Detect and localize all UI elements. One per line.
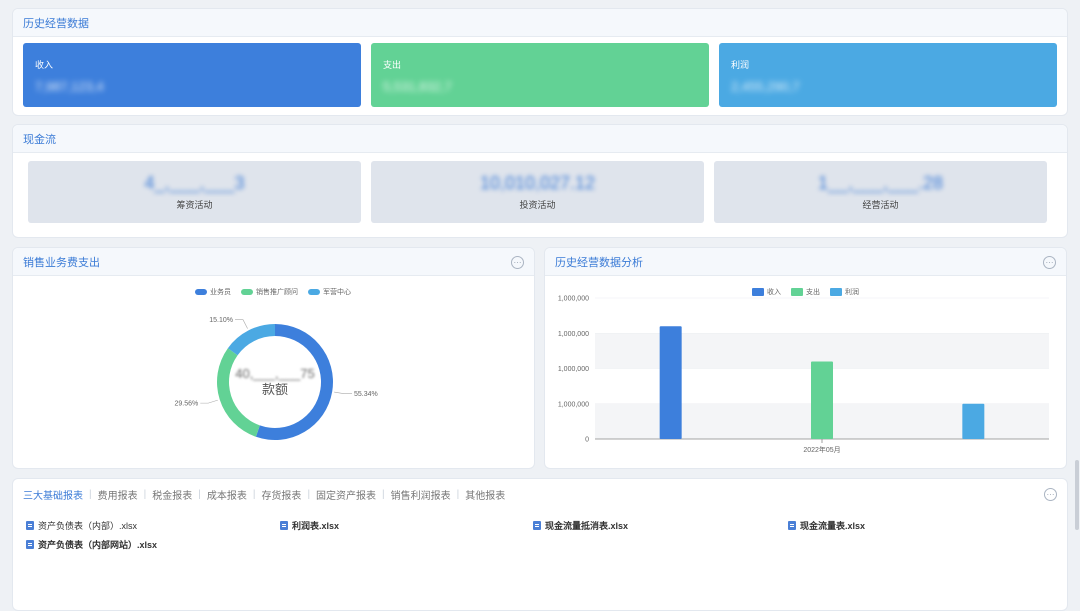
page-scrollbar[interactable] [1075, 460, 1079, 530]
tab-separator: | [198, 488, 201, 500]
donut-center-label: 款额 [262, 382, 288, 397]
excel-file-icon [26, 521, 34, 530]
file-cashflow-statement[interactable]: 现金流量表.xlsx [788, 519, 865, 532]
file-name: 资产负债表（内部网站）.xlsx [38, 540, 158, 550]
investing-card[interactable]: 10,010,027.12 投资活动 [371, 161, 704, 223]
profit-label: 利润 [731, 60, 750, 70]
operating-value: 1__,___,___.28 [817, 173, 944, 193]
file-name: 资产负债表（内部）.xlsx [38, 521, 138, 531]
file-balance-sheet-internal[interactable]: 资产负债表（内部）.xlsx [26, 519, 137, 532]
tab-separator: | [143, 488, 147, 500]
file-cashflow-elimination[interactable]: 现金流量抵消表.xlsx [533, 519, 628, 532]
donut-slice-promoter[interactable] [216, 348, 260, 437]
expense-card[interactable]: 支出 5,531,832,7 [371, 43, 709, 107]
income-label: 收入 [35, 60, 54, 70]
analysis-title: 历史经营数据分析 [555, 256, 643, 269]
bar-profit[interactable] [962, 403, 985, 439]
income-card[interactable]: 收入 7,987,123,4 [23, 43, 361, 107]
sales-expense-header: 销售业务费支出 [13, 248, 534, 276]
sales-expense-panel: 销售业务费支出 ··· 业务员 销售推广顾问 军营中心 55.34% 29.56%… [12, 247, 535, 469]
y-tick-label: 1,000,000 [558, 331, 589, 338]
excel-file-icon [280, 521, 288, 530]
bar-expense[interactable] [811, 361, 833, 439]
report-tabs: 三大基础报表 | 费用报表 | 税金报表 | 成本报表 | 存货报表 | 固定资产报表 | 销售利润报表… [13, 479, 1067, 509]
donut-percent-label: 29.56% [175, 401, 199, 408]
donut-percent-label: 15.10% [209, 317, 233, 324]
file-name: 现金流量抵消表.xlsx [545, 521, 629, 531]
history-panel: 历史经营数据 收入 7,987,123,4 支出 5,531,832,7 利润 … [12, 8, 1068, 116]
report-tab-2[interactable]: 税金报表 [152, 487, 192, 502]
donut-center-value: 40,___,___75 [235, 366, 315, 381]
report-tab-6[interactable]: 销售利润报表 [391, 487, 451, 502]
expense-label: 支出 [383, 60, 402, 70]
tab-separator: | [456, 488, 460, 500]
y-tick-label: 1,000,000 [558, 296, 589, 303]
income-value: 7,987,123,4 [35, 79, 104, 94]
report-tab-3[interactable]: 成本报表 [207, 487, 247, 502]
excel-file-icon [788, 521, 796, 530]
y-tick-label: 1,000,000 [558, 401, 589, 408]
reports-panel: 三大基础报表 | 费用报表 | 税金报表 | 成本报表 | 存货报表 | 固定资产报表 | 销售利润报表… [12, 478, 1068, 611]
excel-file-icon [26, 540, 34, 549]
profit-card[interactable]: 利润 2,455,290,7 [719, 43, 1057, 107]
report-tab-5[interactable]: 固定资产报表 [316, 487, 376, 502]
analysis-panel: 历史经营数据分析 ··· 收入 支出 利润 0 1,000,000 1,000,00… [544, 247, 1067, 469]
history-panel-header: 历史经营数据 [13, 9, 1067, 37]
financing-value: 4_,___,___3 [144, 173, 245, 193]
file-name: 现金流量表.xlsx [800, 521, 866, 531]
report-tab-7[interactable]: 其他报表 [465, 487, 505, 502]
investing-label: 投资活动 [519, 200, 556, 210]
analysis-header: 历史经营数据分析 [545, 248, 1066, 276]
expense-value: 5,531,832,7 [383, 79, 452, 94]
file-name: 利润表.xlsx [292, 521, 340, 531]
file-income-statement[interactable]: 利润表.xlsx [280, 519, 339, 532]
tab-separator: | [382, 488, 385, 500]
profit-value: 2,455,290,7 [731, 79, 800, 94]
donut-chart: 55.34% 29.56% 15.10% 40,___,___75 款额 [175, 317, 378, 440]
analysis-more-icon[interactable]: ··· [1043, 256, 1056, 269]
donut-label-line [334, 391, 353, 394]
operating-card[interactable]: 1__,___,___.28 经营活动 [714, 161, 1047, 223]
report-tab-0[interactable]: 三大基础报表 [23, 487, 83, 502]
y-tick-label: 1,000,000 [558, 366, 589, 373]
x-tick-label: 2022年05月 [803, 445, 840, 454]
tab-separator: | [252, 488, 256, 500]
investing-value: 10,010,027.12 [479, 173, 596, 193]
cashflow-panel-header: 现金流 [13, 125, 1067, 153]
tab-separator: | [307, 488, 311, 500]
excel-file-icon [533, 521, 541, 530]
donut-label-line [235, 319, 248, 329]
cashflow-panel: 现金流 4_,___,___3 筹资活动 10,010,027.12 投资活动 … [12, 124, 1068, 238]
history-panel-title: 历史经营数据 [23, 17, 89, 30]
sales-more-icon[interactable]: ··· [511, 256, 524, 269]
report-tab-4[interactable]: 存货报表 [261, 487, 301, 502]
bar-chart: 0 1,000,000 1,000,000 1,000,000 1,000,000 202… [558, 296, 1049, 454]
report-tab-1[interactable]: 费用报表 [98, 487, 138, 502]
financing-label: 筹资活动 [176, 200, 213, 210]
sales-expense-title: 销售业务费支出 [23, 256, 100, 269]
cashflow-panel-title: 现金流 [23, 133, 56, 146]
file-balance-sheet-website[interactable]: 资产负债表（内部网站）.xlsx [26, 538, 157, 551]
donut-label-line [200, 399, 218, 404]
reports-more-icon[interactable]: ··· [1044, 488, 1057, 501]
bar-income[interactable] [659, 326, 682, 439]
financing-card[interactable]: 4_,___,___3 筹资活动 [28, 161, 361, 223]
operating-label: 经营活动 [862, 200, 899, 210]
donut-percent-label: 55.34% [354, 391, 378, 398]
donut-slice-center[interactable] [227, 324, 275, 356]
tab-separator: | [89, 488, 92, 500]
y-tick-label: 0 [585, 437, 589, 444]
